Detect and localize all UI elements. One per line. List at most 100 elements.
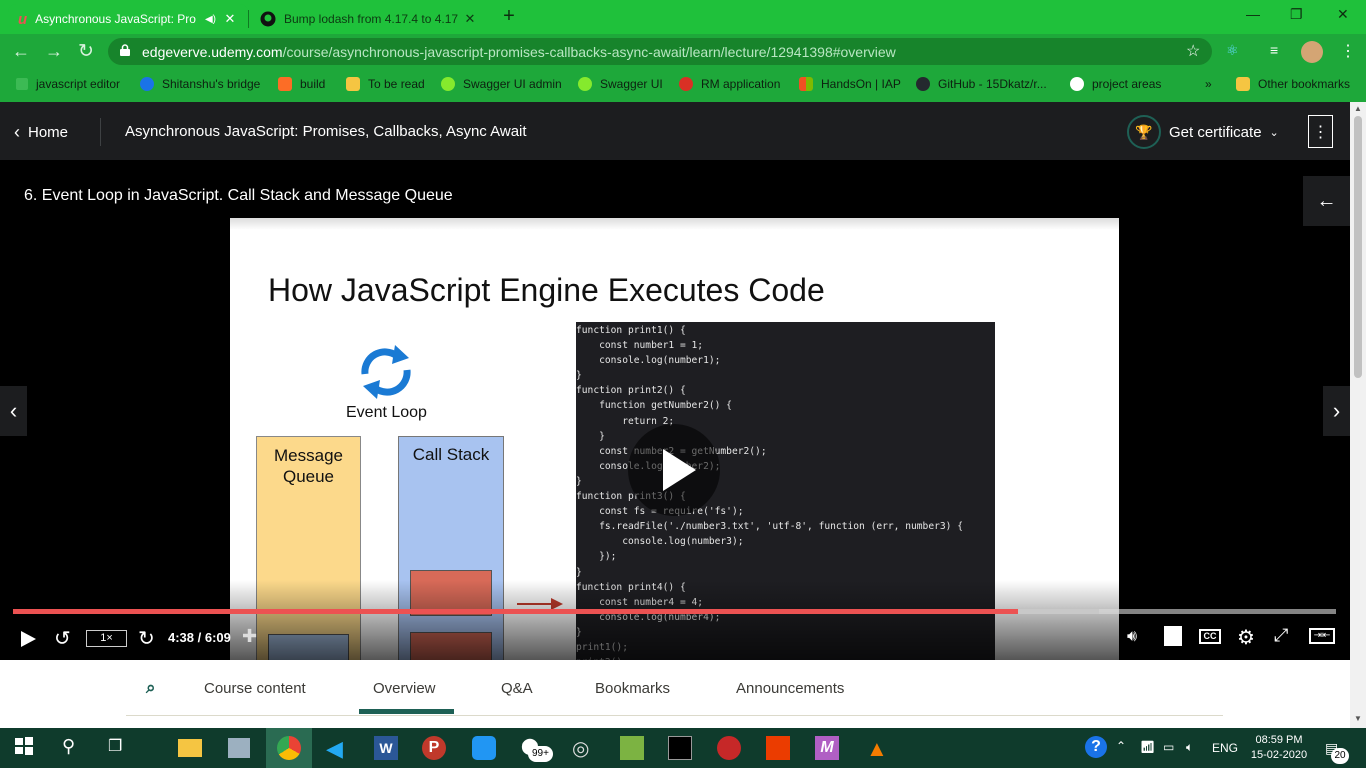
file-explorer-icon[interactable] [178,739,202,757]
menu-icon[interactable]: ⋮ [1340,41,1356,61]
browser-tab-github[interactable]: Bump lodash from 4.17.4 to 4.17 ✕ [250,4,488,34]
play-overlay-button[interactable] [628,424,720,516]
search-icon[interactable]: ⌕ [146,678,156,698]
office-icon[interactable] [766,736,790,760]
chrome-icon[interactable] [277,736,301,760]
star-icon[interactable]: ☆ [1186,41,1200,61]
close-tab-icon[interactable]: ✕ [462,11,478,27]
bookmark-to-be-read[interactable]: To be read [346,76,425,92]
tab-course-content[interactable]: Course content [204,680,306,697]
tab-qa[interactable]: Q&A [501,680,533,697]
captions-icon[interactable]: CC [1199,629,1221,644]
search-icon[interactable]: ⚲ [62,736,86,760]
word-icon[interactable]: W [374,736,398,760]
page-scrollbar[interactable]: ▲ ▼ [1350,102,1366,728]
network-icon[interactable]: 📶︎ [1140,740,1155,754]
new-tab-button[interactable]: + [498,6,520,28]
reload-icon[interactable]: ↻ [78,40,94,63]
bookmark-swagger-ui[interactable]: Swagger UI [578,76,663,92]
more-options-button[interactable]: ⋮ [1308,115,1333,148]
clock-time: 08:59 PM [1255,734,1303,746]
forward-icon[interactable]: → [45,41,63,62]
scroll-down-icon[interactable]: ▼ [1354,714,1362,723]
progress-fill [13,609,1018,614]
slide-title: How JavaScript Engine Executes Code [268,272,825,308]
bookmark-rm-application[interactable]: RM application [679,76,780,92]
udemy-page: ‹ Home Asynchronous JavaScript: Promises… [0,102,1350,728]
course-title: Asynchronous JavaScript: Promises, Callb… [125,123,527,140]
expanded-view-icon[interactable]: ⇥⇤ [1309,628,1335,644]
minimize-icon[interactable]: — [1246,6,1260,22]
video-player[interactable]: How JavaScript Engine Executes Code Even… [0,160,1350,718]
react-devtools-icon[interactable]: ⚛ [1226,42,1239,59]
vlc-icon[interactable]: ▲ [866,736,890,761]
back-icon[interactable]: ← [12,41,30,62]
header-divider [100,118,101,146]
scrollbar-thumb[interactable] [1354,116,1362,378]
bookmarks-overflow-button[interactable]: » [1205,76,1212,92]
bookmark-build[interactable]: build [278,76,325,92]
play-button[interactable] [18,629,38,654]
bridge-icon [140,77,154,91]
previous-lecture-button[interactable]: ‹ [0,386,27,436]
bookmarks-bar: javascript editor Shitanshu's bridge bui… [0,69,1366,98]
clock[interactable]: 08:59 PM 15-02-2020 [1248,733,1310,763]
profile-avatar[interactable] [1301,41,1323,63]
volume-tray-icon[interactable]: 🔈︎ [1186,740,1193,755]
fullscreen-icon[interactable]: ⤢ [1274,625,1288,646]
course-tabs: ⌕ Course content Overview Q&A Bookmarks … [0,660,1350,728]
postman-icon[interactable]: P [422,736,446,760]
browser-app-icon[interactable] [717,736,741,760]
sync-app-icon[interactable] [472,736,496,760]
lecture-title: 6. Event Loop in JavaScript. Call Stack … [24,187,453,204]
volume-icon[interactable]: 🔊︎ [1127,628,1137,646]
terminal-icon[interactable] [668,736,692,760]
forward-5-icon[interactable]: ↻ [138,626,155,651]
settings-gear-icon[interactable]: ⚙ [1237,625,1255,650]
close-window-icon[interactable]: ✕ [1337,6,1349,23]
bookmark-handson-iap[interactable]: HandsOn | IAP [799,76,901,92]
bookmark-javascript-editor[interactable]: javascript editor [16,76,120,92]
swagger-icon [441,77,455,91]
bookmark-shitanshus-bridge[interactable]: Shitanshu's bridge [140,76,260,92]
other-bookmarks[interactable]: Other bookmarks [1236,76,1350,92]
transcript-icon[interactable] [1164,626,1182,646]
rewind-5-icon[interactable]: ↺ [54,626,71,651]
chevron-up-icon[interactable]: ⌃ [1116,739,1126,753]
task-view-icon[interactable]: ❐ [108,736,132,760]
bookmark-add-icon[interactable]: ✚ [242,626,257,647]
speaker-icon: ◀) [204,13,216,25]
tab-announcements[interactable]: Announcements [736,680,844,697]
browser-tab-udemy[interactable]: u Asynchronous JavaScript: Pro ◀) ✕ [8,4,248,34]
bookmark-swagger-ui-admin[interactable]: Swagger UI admin [441,76,562,92]
control-panel-icon[interactable] [228,738,250,758]
tab-overview[interactable]: Overview [373,680,436,697]
language-indicator[interactable]: ENG [1212,741,1238,755]
chart-app-icon[interactable] [620,736,644,760]
battery-icon[interactable]: ▭ [1163,740,1174,754]
windows-start-icon[interactable] [14,736,38,760]
expand-sidebar-button[interactable]: ← [1303,176,1350,226]
event-loop-label: Event Loop [346,404,427,421]
address-bar[interactable]: edgeverve.udemy.com/course/asynchronous-… [108,38,1212,65]
bookmark-github[interactable]: GitHub - 15Dkatz/r... [916,76,1047,92]
restore-icon[interactable]: ❐ [1290,6,1303,23]
playback-speed-button[interactable]: 1× [86,630,127,647]
get-certificate-button[interactable]: 🏆 Get certificate ⌄ [1127,115,1279,149]
notification-badge: 99+ [528,746,553,762]
media-control-icon[interactable]: ≡ [1270,42,1278,58]
progress-track[interactable] [13,609,1336,614]
target-app-icon[interactable]: ◎ [572,736,596,760]
help-icon[interactable]: ? [1085,736,1107,758]
next-lecture-button[interactable]: › [1323,386,1350,436]
bookmark-project-areas[interactable]: project areas [1070,76,1161,92]
tab-title: Bump lodash from 4.17.4 to 4.17 [284,12,459,26]
scroll-up-icon[interactable]: ▲ [1354,104,1362,113]
close-tab-icon[interactable]: ✕ [222,11,238,27]
m-app-icon[interactable]: M [815,736,839,760]
tab-bookmarks[interactable]: Bookmarks [595,680,670,697]
vscode-icon[interactable]: ◀ [326,736,350,761]
windows-taskbar: ⚲ ❐ ◀ W P ⬤ 99+ ◎ M ▲ ? ⌃ 📶︎ ▭ 🔈︎ ENG 08… [0,728,1366,768]
home-link[interactable]: ‹ Home [14,122,68,143]
tabs-divider [126,715,1223,716]
